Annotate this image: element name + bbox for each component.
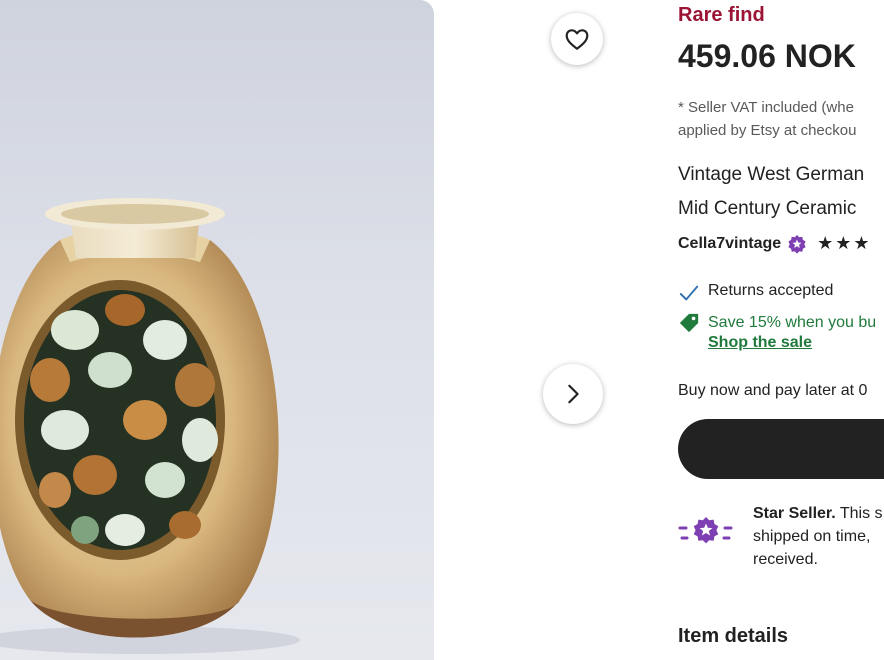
shop-the-sale-link[interactable]: Shop the sale <box>708 334 876 352</box>
star-seller-text: This s <box>835 505 883 522</box>
star-seller-line: Star Seller. This s <box>753 502 883 525</box>
star-seller-description: Star Seller. This s shipped on time, rec… <box>753 502 883 571</box>
star-seller-badge <box>678 514 734 563</box>
vat-note-line: applied by Etsy at checkou <box>678 122 857 139</box>
sale-label: Save 15% when you bu <box>708 314 877 331</box>
vat-note-line: * Seller VAT included (whe <box>678 99 854 116</box>
next-image-button[interactable] <box>543 364 603 424</box>
add-to-cart-button[interactable] <box>678 419 884 479</box>
sale-feature: Save 15% when you bu Shop the sale <box>678 312 876 352</box>
listing-title-line: Mid Century Ceramic <box>678 198 857 219</box>
listing-title: Vintage West German Mid Century Ceramic <box>678 158 864 226</box>
checkmark-icon <box>679 285 699 301</box>
star-seller-title: Star Seller. <box>753 505 836 522</box>
product-image[interactable] <box>0 0 434 660</box>
star-seller-line: shipped on time, <box>753 528 871 545</box>
chevron-right-icon <box>568 384 579 404</box>
returns-label: Returns accepted <box>708 282 834 299</box>
rare-find-label: Rare find <box>678 4 765 26</box>
item-details-heading[interactable]: Item details <box>678 625 788 648</box>
listing-title-line: Vintage West German <box>678 164 865 185</box>
buy-now-pay-later: Buy now and pay later at 0 <box>678 382 868 399</box>
seller-name-link[interactable]: Cella7vintage <box>678 235 781 253</box>
star-seller-line: received. <box>753 551 818 568</box>
tag-icon <box>679 313 699 333</box>
rating-stars[interactable]: ★★★ <box>817 233 871 254</box>
vase-photo <box>0 198 300 654</box>
vat-note: * Seller VAT included (whe applied by Et… <box>678 96 856 142</box>
star-seller-badge-icon <box>788 234 806 254</box>
favorite-button[interactable] <box>551 13 603 65</box>
star-seller-badge-icon <box>678 517 733 544</box>
seller-row: Cella7vintage ★★★ <box>678 233 872 254</box>
returns-feature: Returns accepted <box>678 282 833 304</box>
heart-icon <box>565 29 589 50</box>
price: 459.06 NOK <box>678 38 856 74</box>
